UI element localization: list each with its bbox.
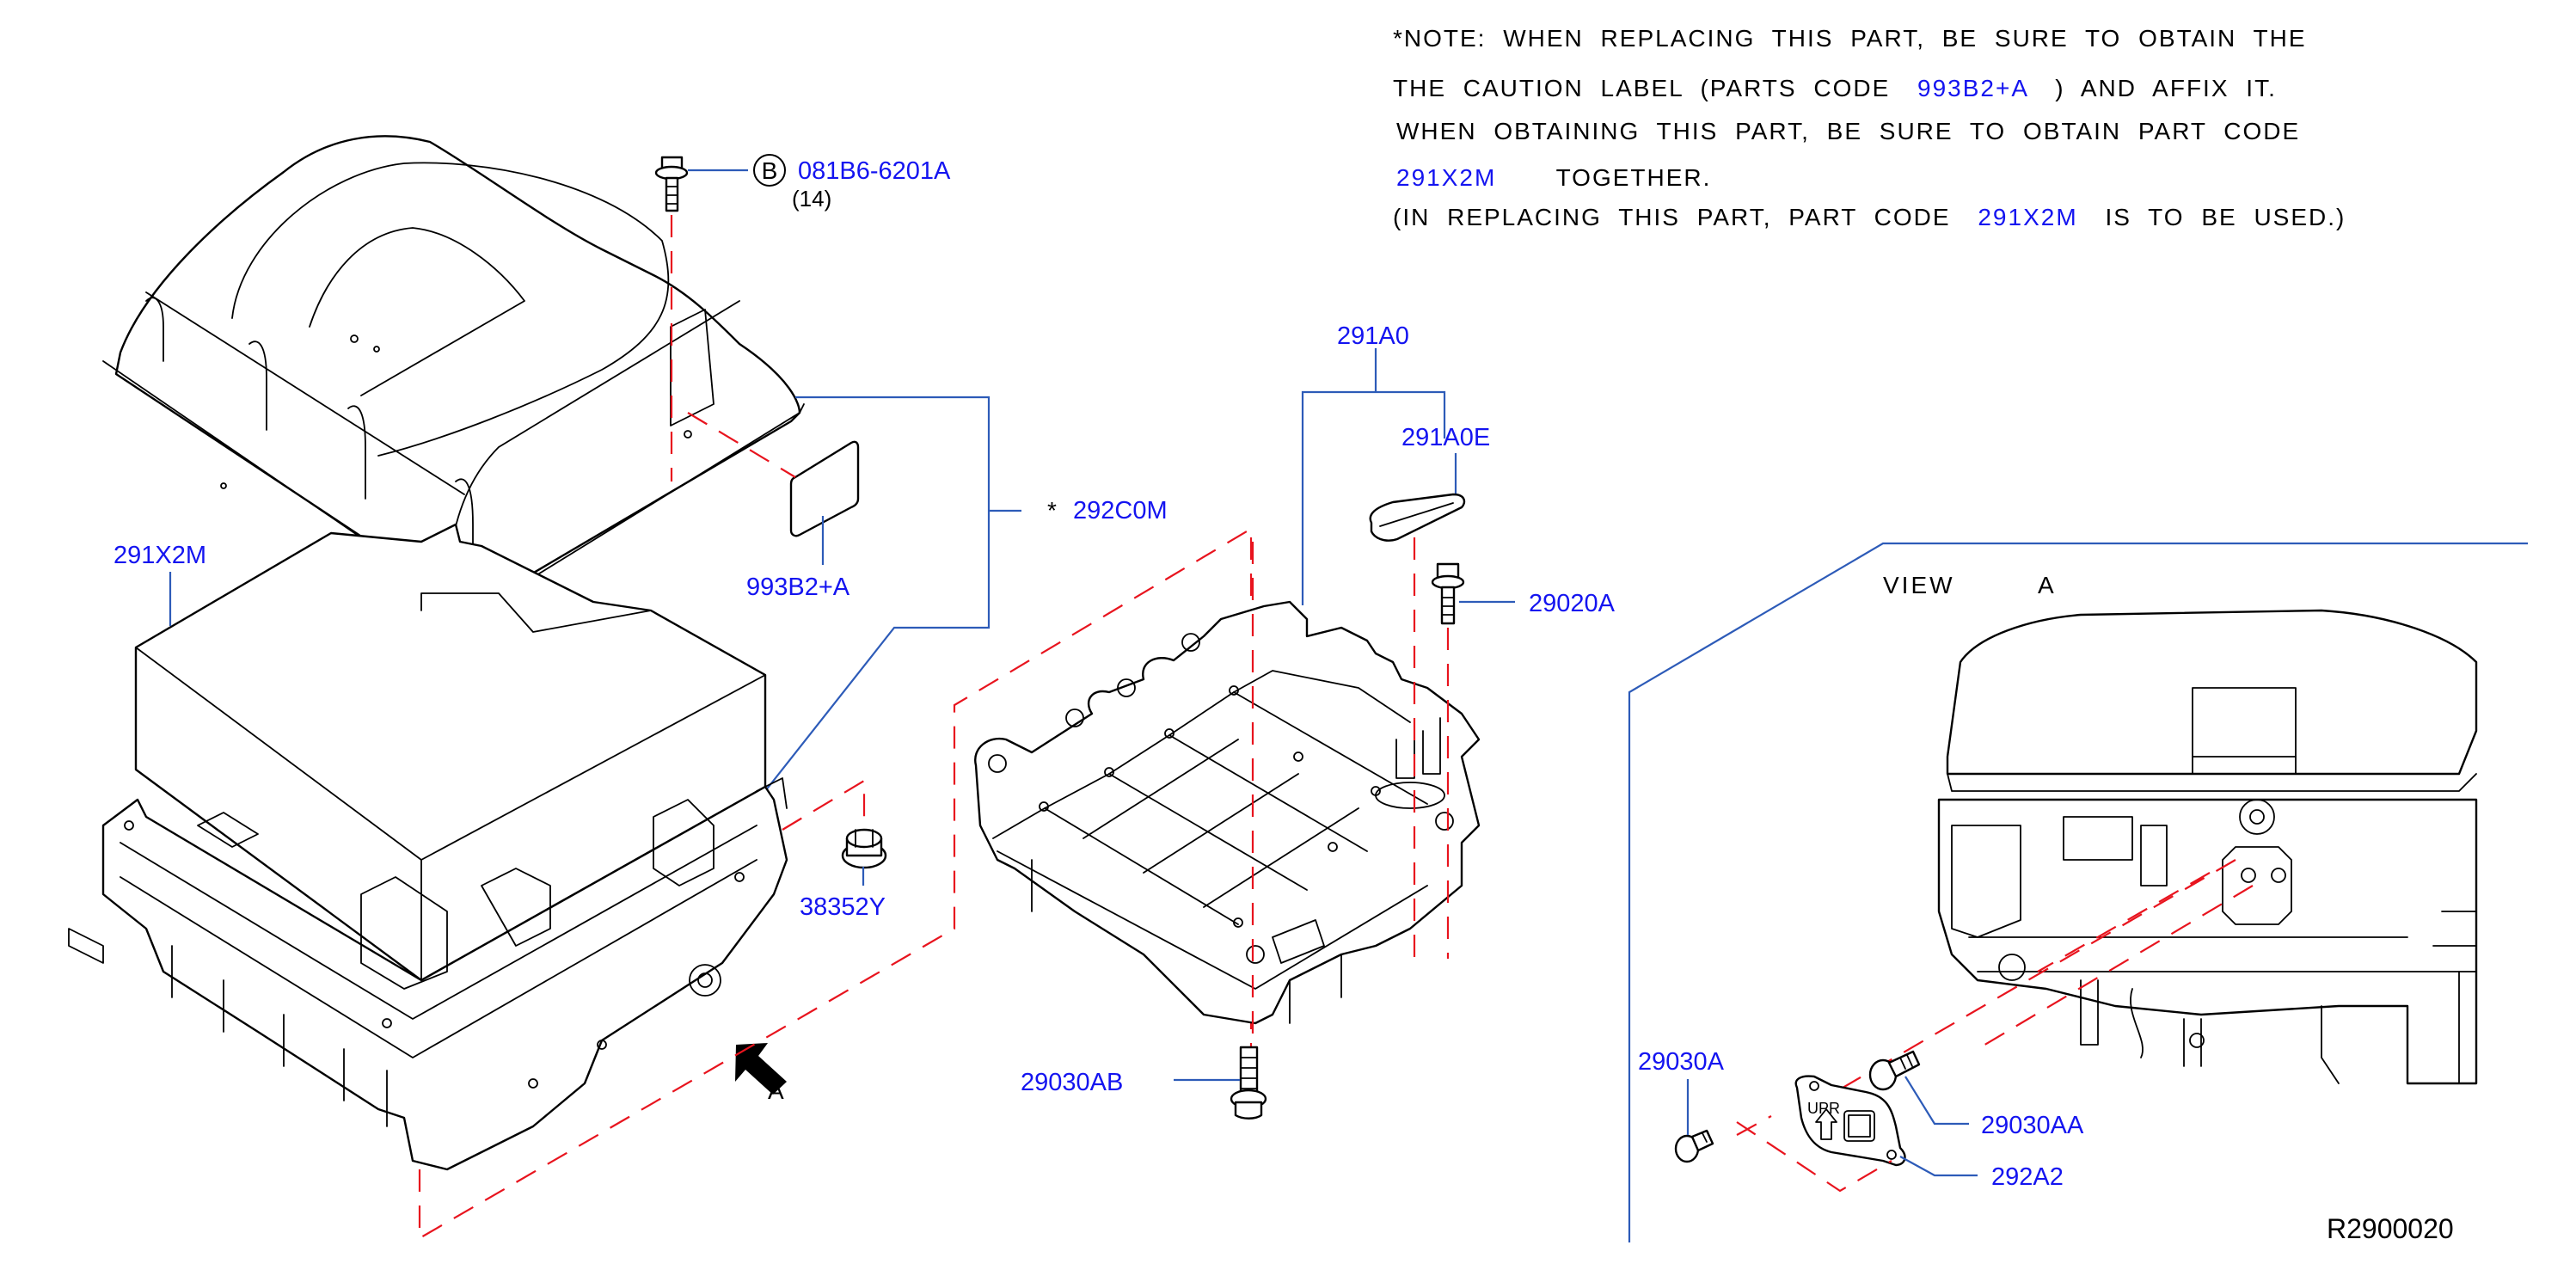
part-label-29020a[interactable]: 29020A [1529, 590, 1616, 617]
part-label-292c0m[interactable]: 292C0M [1073, 497, 1168, 525]
note-line-5-pre: (IN REPLACING THIS PART, PART CODE [1393, 204, 1951, 230]
part-label-292a2[interactable]: 292A2 [1991, 1163, 2064, 1191]
bolt-29030ab[interactable] [1230, 1046, 1267, 1120]
part-badge: B [762, 157, 778, 184]
bolt-29020a[interactable] [1431, 562, 1465, 625]
part-label-291x2m[interactable]: 291X2M [113, 542, 206, 569]
bolt-081b6-6201a[interactable] [654, 156, 689, 212]
clip-38352y[interactable] [841, 828, 887, 869]
view-a-inverter[interactable] [1937, 609, 2478, 1085]
assembly-291a0[interactable] [974, 600, 1481, 1025]
note-line-2: THE CAUTION LABEL (PARTS CODE 993B2+A ) … [1393, 75, 2277, 101]
note-line-2-post: ) AND AFFIX IT. [2055, 75, 2277, 101]
part-label-29030aa[interactable]: 29030AA [1981, 1112, 2084, 1139]
note-part-code-291x2m-2[interactable]: 291X2M [1978, 204, 2077, 230]
assembly-dash-line [782, 779, 866, 831]
asterisk-marker: * [1047, 497, 1057, 524]
note-block: *NOTE: WHEN REPLACING THIS PART, BE SURE… [1393, 25, 2346, 230]
note-line-4: 291X2M TOGETHER. [1396, 164, 1711, 191]
view-title: VIEW [1883, 572, 1955, 598]
note-part-code-291x2m[interactable]: 291X2M [1396, 164, 1496, 191]
note-line-5-post: IS TO BE USED.) [2105, 204, 2346, 230]
leader-line [1904, 1076, 1969, 1126]
part-label-29030ab[interactable]: 29030AB [1021, 1069, 1123, 1096]
note-line-1: *NOTE: WHEN REPLACING THIS PART, BE SURE… [1393, 25, 2307, 52]
leader-line [1899, 1156, 1978, 1177]
parts-diagram: *NOTE: WHEN REPLACING THIS PART, BE SURE… [68, 25, 2528, 1244]
bolt-29030a[interactable] [1674, 1129, 1714, 1163]
part-label-081b6-6201a[interactable]: 081B6-6201A [798, 157, 951, 185]
view-letter: A [2038, 572, 2054, 598]
note-line-4-post: TOGETHER. [1556, 164, 1712, 191]
part-qty: (14) [792, 186, 831, 212]
part-label-993b2a[interactable]: 993B2+A [746, 574, 850, 601]
gasket-291a0e[interactable] [1369, 493, 1466, 542]
part-label-38352y[interactable]: 38352Y [800, 893, 886, 921]
view-arrow-label: A [768, 1077, 784, 1104]
note-line-5: (IN REPLACING THIS PART, PART CODE 291X2… [1393, 204, 2346, 230]
part-label-291a0e[interactable]: 291A0E [1401, 424, 1490, 451]
note-line-3: WHEN OBTAINING THIS PART, BE SURE TO OBT… [1396, 118, 2300, 144]
note-part-code-993b2a[interactable]: 993B2+A [1917, 75, 2027, 101]
cover-upr-mark: UPR [1807, 1100, 1840, 1117]
part-label-29030a[interactable]: 29030A [1638, 1048, 1725, 1076]
part-label-291a0[interactable]: 291A0 [1337, 322, 1409, 350]
cover-292a2[interactable]: UPR [1794, 1075, 1906, 1167]
diagram-id: R2900020 [2327, 1213, 2454, 1244]
caution-label-part[interactable] [789, 440, 860, 537]
bolt-29030aa[interactable] [1868, 1050, 1921, 1091]
note-line-2-pre: THE CAUTION LABEL (PARTS CODE [1393, 75, 1890, 101]
